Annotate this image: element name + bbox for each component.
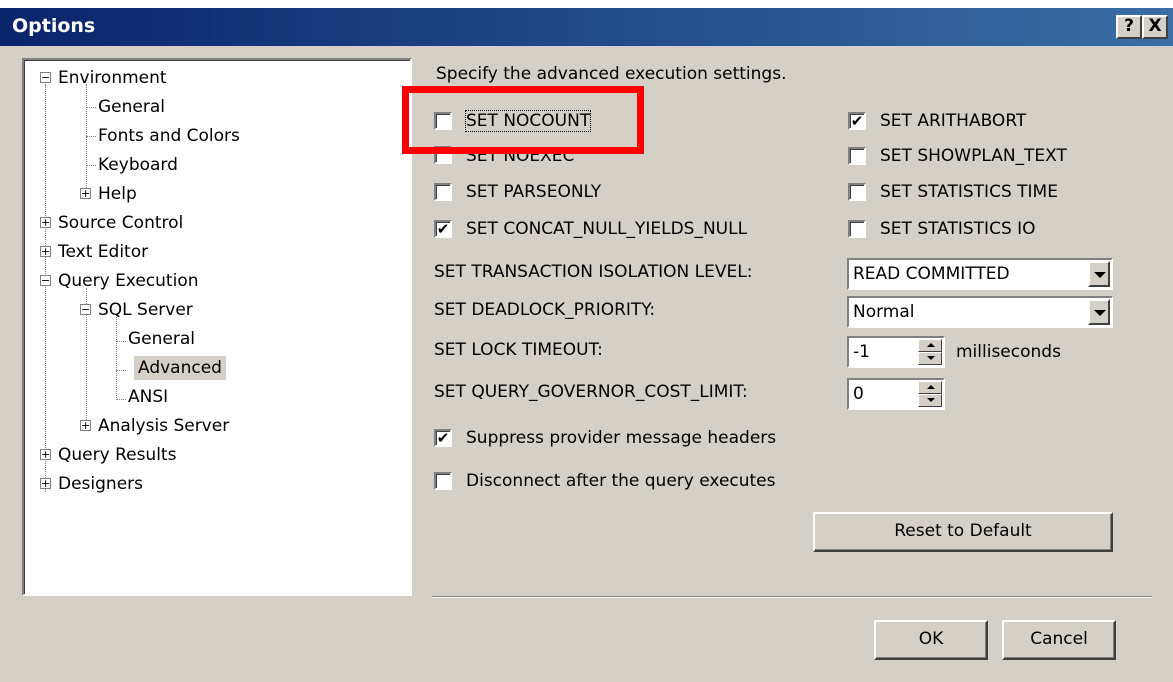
window-title: Options: [12, 15, 96, 37]
tree-line: [86, 165, 96, 166]
options-tree[interactable]: − Environment General Fonts and Colors K…: [22, 58, 412, 596]
tree-line: [86, 136, 96, 137]
tree-line: [116, 370, 126, 371]
spin-up-icon[interactable]: [918, 339, 942, 352]
tree-item-general[interactable]: General: [98, 95, 165, 119]
tree-item-designers[interactable]: Designers: [58, 472, 143, 496]
lock-timeout-label: SET LOCK TIMEOUT:: [434, 340, 603, 360]
disconnect-after-query-label[interactable]: Disconnect after the query executes: [466, 471, 776, 491]
deadlock-priority-label: SET DEADLOCK_PRIORITY:: [434, 300, 656, 320]
expand-icon[interactable]: +: [40, 246, 51, 257]
tree-line: [116, 341, 126, 342]
lock-timeout-value[interactable]: -1: [853, 342, 870, 362]
set-showplan-label[interactable]: SET SHOWPLAN_TEXT: [880, 146, 1067, 166]
spin-down-icon[interactable]: [918, 352, 942, 365]
expand-icon[interactable]: +: [80, 420, 91, 431]
set-statistics-time-label[interactable]: SET STATISTICS TIME: [880, 182, 1058, 202]
disconnect-after-query-checkbox[interactable]: [434, 472, 452, 490]
governor-cost-limit-spinner[interactable]: 0: [847, 378, 945, 410]
set-concat-null-checkbox[interactable]: ✔: [434, 220, 452, 238]
deadlock-priority-value: Normal: [853, 302, 915, 322]
set-arithabort-checkbox[interactable]: ✔: [848, 112, 866, 130]
tree-item-query-execution[interactable]: Query Execution: [58, 269, 199, 293]
tree-item-help[interactable]: Help: [98, 182, 137, 206]
suppress-headers-checkbox[interactable]: ✔: [434, 429, 452, 447]
set-concat-null-label[interactable]: SET CONCAT_NULL_YIELDS_NULL: [466, 219, 747, 239]
background-strip: [0, 0, 1173, 8]
spin-up-icon[interactable]: [918, 381, 942, 394]
tree-line: [86, 84, 87, 194]
chevron-down-icon[interactable]: [1088, 299, 1110, 325]
close-button[interactable]: X: [1142, 15, 1168, 39]
tree-line: [45, 84, 46, 492]
lock-timeout-unit: milliseconds: [956, 342, 1061, 362]
set-statistics-time-checkbox[interactable]: [848, 183, 866, 201]
cancel-button[interactable]: Cancel: [1002, 620, 1116, 660]
tree-line: [86, 107, 96, 108]
tree-item-fonts-and-colors[interactable]: Fonts and Colors: [98, 124, 240, 148]
tree-item-sql-ansi[interactable]: ANSI: [128, 385, 168, 409]
lock-timeout-spinner[interactable]: -1: [847, 336, 945, 368]
tree-item-source-control[interactable]: Source Control: [58, 211, 183, 235]
tree-item-environment[interactable]: Environment: [58, 66, 167, 90]
expand-icon[interactable]: +: [40, 449, 51, 460]
separator: [432, 596, 1152, 598]
isolation-level-value: READ COMMITTED: [853, 264, 1010, 284]
suppress-headers-label[interactable]: Suppress provider message headers: [466, 428, 776, 448]
ok-button[interactable]: OK: [874, 620, 988, 660]
tree-item-sql-advanced[interactable]: Advanced: [134, 356, 226, 380]
deadlock-priority-dropdown[interactable]: Normal: [847, 296, 1113, 328]
tree-item-query-results[interactable]: Query Results: [58, 443, 176, 467]
reset-to-default-button[interactable]: Reset to Default: [813, 512, 1113, 552]
spin-down-icon[interactable]: [918, 394, 942, 407]
tree-item-analysis-server[interactable]: Analysis Server: [98, 414, 229, 438]
set-showplan-checkbox[interactable]: [848, 147, 866, 165]
tree-item-sql-server[interactable]: SQL Server: [98, 298, 193, 322]
highlight-box: [402, 86, 644, 154]
help-button[interactable]: ?: [1116, 15, 1142, 39]
set-statistics-io-checkbox[interactable]: [848, 220, 866, 238]
tree-line: [116, 314, 117, 400]
isolation-level-dropdown[interactable]: READ COMMITTED: [847, 258, 1113, 290]
title-bar[interactable]: Options ? X: [0, 8, 1173, 46]
isolation-level-label: SET TRANSACTION ISOLATION LEVEL:: [434, 262, 753, 282]
tree-line: [116, 399, 126, 400]
tree-item-text-editor[interactable]: Text Editor: [58, 240, 148, 264]
set-parseonly-checkbox[interactable]: [434, 183, 452, 201]
tree-item-keyboard[interactable]: Keyboard: [98, 153, 178, 177]
set-parseonly-label[interactable]: SET PARSEONLY: [466, 182, 601, 202]
expand-icon[interactable]: +: [80, 188, 91, 199]
governor-cost-limit-label: SET QUERY_GOVERNOR_COST_LIMIT:: [434, 382, 748, 402]
expand-icon[interactable]: +: [40, 478, 51, 489]
collapse-icon[interactable]: −: [40, 275, 51, 286]
collapse-icon[interactable]: −: [80, 304, 91, 315]
expand-icon[interactable]: +: [40, 217, 51, 228]
set-arithabort-label[interactable]: SET ARITHABORT: [880, 111, 1026, 131]
set-statistics-io-label[interactable]: SET STATISTICS IO: [880, 219, 1036, 239]
chevron-down-icon[interactable]: [1088, 261, 1110, 287]
collapse-icon[interactable]: −: [40, 72, 51, 83]
governor-cost-limit-value[interactable]: 0: [853, 384, 864, 404]
tree-item-sql-general[interactable]: General: [128, 327, 195, 351]
panel-heading: Specify the advanced execution settings.: [436, 64, 787, 84]
